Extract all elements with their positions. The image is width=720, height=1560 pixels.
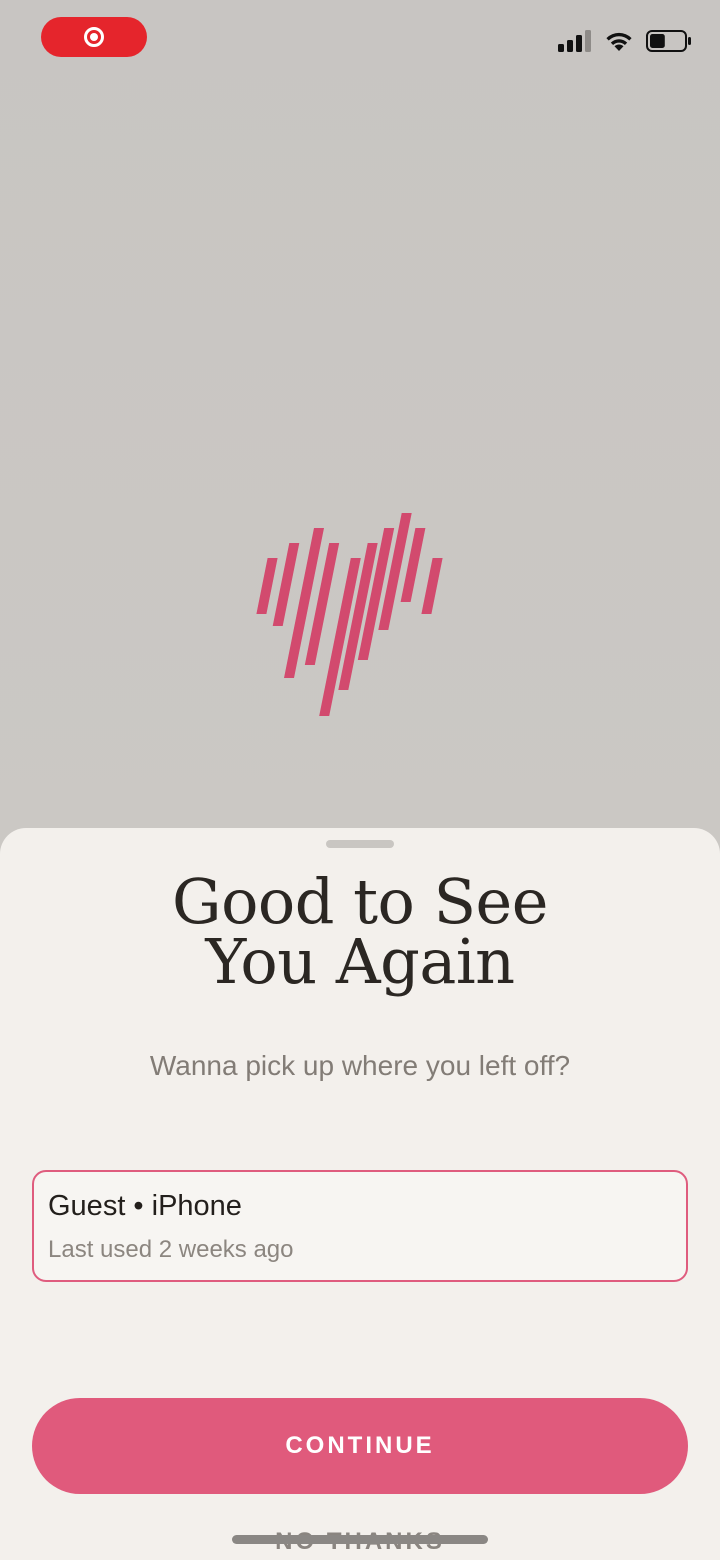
logo-bar: [256, 558, 278, 614]
title-line-2: You Again: [205, 925, 515, 998]
cellular-signal-icon: [558, 30, 591, 52]
home-indicator: [232, 1535, 488, 1544]
continue-button[interactable]: CONTINUE: [32, 1398, 688, 1494]
battery-icon: [646, 30, 691, 52]
screen: Good to See You Again Wanna pick up wher…: [0, 0, 720, 1560]
screen-record-icon: [84, 27, 104, 47]
account-last-used: Last used 2 weeks ago: [48, 1236, 294, 1263]
sheet-grabber[interactable]: [326, 840, 394, 848]
sheet-title: Good to See You Again: [0, 870, 720, 994]
screen-record-indicator[interactable]: [41, 17, 147, 57]
account-card[interactable]: Guest • iPhone Last used 2 weeks ago: [32, 1170, 688, 1282]
logo-bar: [272, 543, 300, 626]
wifi-icon: [606, 32, 632, 51]
status-icons: [558, 30, 692, 52]
bottom-sheet: Good to See You Again Wanna pick up wher…: [0, 828, 720, 1560]
sheet-subtitle: Wanna pick up where you left off?: [149, 1050, 571, 1081]
logo-bar: [421, 558, 443, 614]
account-name: Guest • iPhone: [48, 1190, 242, 1222]
striped-heart-logo-icon: [256, 513, 443, 716]
